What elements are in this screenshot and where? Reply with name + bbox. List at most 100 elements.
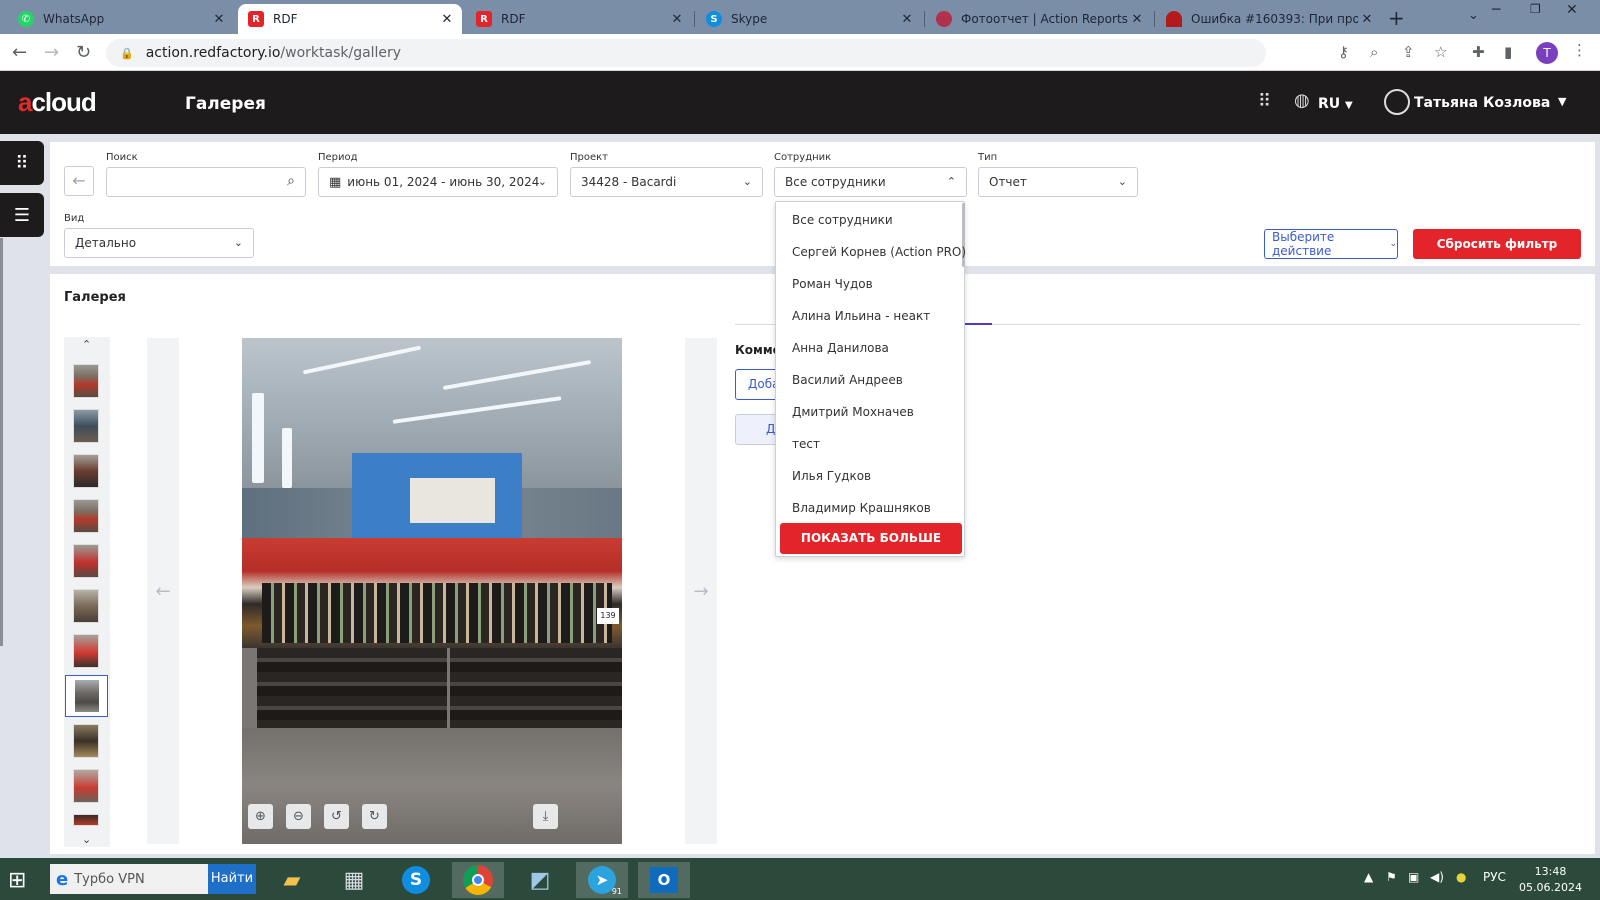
browser-tab-whatsapp[interactable]: ✆ WhatsApp ✕ <box>8 4 234 34</box>
thumbnail[interactable] <box>73 769 99 803</box>
thumbs-up-icon[interactable]: ⌃ <box>82 338 91 351</box>
employee-option[interactable]: Алина Ильина - неакт <box>792 309 930 323</box>
close-tab-icon[interactable]: ✕ <box>668 12 686 27</box>
close-window-icon[interactable]: ✕ <box>1566 2 1578 18</box>
taskbar-clock[interactable]: 13:48 05.06.2024 <box>1519 864 1582 896</box>
show-more-button[interactable]: ПОКАЗАТЬ БОЛЬШЕ <box>780 523 962 554</box>
bookmark-star-icon[interactable]: ☆ <box>1434 43 1447 61</box>
browser-tab-rdf[interactable]: R RDF ✕ <box>466 4 692 34</box>
thumbnail[interactable] <box>73 499 99 533</box>
forward-icon[interactable]: → <box>44 42 59 63</box>
rotate-left-icon[interactable]: ↺ <box>324 804 349 829</box>
period-field[interactable]: ▦ июнь 01, 2024 - июнь 30, 2024 ⌄ <box>318 167 558 197</box>
employee-option[interactable]: тест <box>792 437 820 451</box>
notes-app-icon[interactable]: ◩ <box>514 862 566 898</box>
action-select[interactable]: Выберите действие ⌄ <box>1264 229 1398 259</box>
minimize-icon[interactable]: ─ <box>1492 2 1500 18</box>
close-tab-icon[interactable]: ✕ <box>1358 12 1376 27</box>
tab-search-chevron-icon[interactable]: ⌄ <box>1468 8 1479 23</box>
key-icon[interactable]: ⚷ <box>1338 43 1349 61</box>
tray-expand-icon[interactable]: ▲ <box>1364 870 1373 884</box>
employee-option[interactable]: Василий Андреев <box>792 373 903 387</box>
download-icon[interactable]: ⤓ <box>533 804 558 829</box>
back-icon[interactable]: ← <box>12 42 27 63</box>
language-selector[interactable]: RU ▼ <box>1318 96 1353 112</box>
thumbnail[interactable] <box>73 634 99 668</box>
thumbnail[interactable] <box>73 544 99 578</box>
taskbar-find-button[interactable]: Найти <box>208 864 256 894</box>
gallery-photo[interactable]: 139 ⊕ ⊖ ↺ ↻ ⤓ <box>242 338 622 844</box>
rotate-right-icon[interactable]: ↻ <box>362 804 387 829</box>
employee-option[interactable]: Дмитрий Мохначев <box>792 405 914 419</box>
thumbnail[interactable] <box>73 364 99 398</box>
type-select[interactable]: Отчет ⌄ <box>978 167 1138 197</box>
taskbar-search-input[interactable]: e Турбо VPN <box>50 864 210 894</box>
search-input[interactable]: ⌕ <box>106 167 306 197</box>
reset-filter-button[interactable]: Сбросить фильтр <box>1413 229 1581 259</box>
apps-grid-icon[interactable]: ⠿ <box>1258 91 1271 112</box>
employee-select[interactable]: Все сотрудники ⌃ <box>774 167 967 197</box>
project-select[interactable]: 34428 - Bacardi ⌄ <box>570 167 763 197</box>
view-select[interactable]: Детально ⌄ <box>64 228 254 258</box>
period-label: Период <box>318 152 358 163</box>
browser-tab-rdf-active[interactable]: R RDF ✕ <box>238 4 462 34</box>
zoom-out-icon[interactable]: ⊖ <box>286 804 311 829</box>
file-explorer-icon[interactable]: ▰ <box>266 862 318 898</box>
browser-tab-skype[interactable]: S Skype ✕ <box>696 4 922 34</box>
prev-photo-button[interactable]: ← <box>147 338 179 844</box>
hamburger-menu-button[interactable]: ☰ <box>0 193 44 237</box>
type-value: Отчет <box>989 175 1027 189</box>
chrome-taskbar-icon[interactable] <box>452 862 504 898</box>
address-bar[interactable]: 🔒 action.redfactory.io/worktask/gallery <box>106 39 1266 67</box>
close-tab-icon[interactable]: ✕ <box>898 12 916 27</box>
thumbnail[interactable] <box>73 724 99 758</box>
user-avatar-icon[interactable] <box>1384 89 1410 115</box>
employee-option[interactable]: Илья Гудков <box>792 469 871 483</box>
calculator-icon[interactable]: ▦ <box>328 862 380 898</box>
vpn-tray-icon[interactable]: ● <box>1456 870 1466 884</box>
employee-option[interactable]: Анна Данилова <box>792 341 889 355</box>
zoom-icon[interactable]: ⌕ <box>1370 43 1378 61</box>
side-panel-icon[interactable]: ▮ <box>1504 43 1512 61</box>
next-photo-button[interactable]: → <box>685 338 717 844</box>
share-icon[interactable]: ⇪ <box>1402 43 1415 61</box>
user-name[interactable]: Татьяна Козлова <box>1414 95 1550 111</box>
search-icon[interactable]: ⌕ <box>287 173 295 189</box>
browser-tab-action-reports[interactable]: Фотоотчет | Action Reports ✕ <box>926 4 1152 34</box>
restore-icon[interactable]: ❐ <box>1530 2 1541 16</box>
profile-avatar[interactable]: T <box>1536 42 1558 64</box>
apps-menu-button[interactable]: ⠿ <box>0 141 44 185</box>
browser-tab-redmine[interactable]: Ошибка #160393: При проста ✕ <box>1156 4 1382 34</box>
thumbnail[interactable] <box>73 589 99 623</box>
employee-option[interactable]: Роман Чудов <box>792 277 873 291</box>
flag-icon[interactable]: ⚑ <box>1386 870 1397 884</box>
employee-option[interactable]: Владимир Крашняков <box>792 501 931 515</box>
network-icon[interactable]: ▣ <box>1408 870 1419 884</box>
outlook-taskbar-icon[interactable]: O <box>638 862 690 898</box>
telegram-taskbar-icon[interactable]: ➤ 91 <box>576 862 628 898</box>
thumbs-down-icon[interactable]: ⌄ <box>82 833 91 846</box>
thumbnail[interactable] <box>73 454 99 488</box>
windows-start-icon[interactable]: ⊞ <box>8 868 26 893</box>
thumbnail[interactable] <box>73 814 99 826</box>
acloud-logo[interactable]: acloud <box>18 87 97 118</box>
extensions-puzzle-icon[interactable]: ✚ <box>1472 43 1485 61</box>
globe-icon[interactable]: ◍ <box>1294 90 1310 111</box>
reload-icon[interactable]: ↻ <box>76 42 91 63</box>
employee-option[interactable]: Все сотрудники <box>792 213 893 227</box>
volume-icon[interactable]: ◀) <box>1430 870 1444 884</box>
thumbnail[interactable] <box>73 409 99 443</box>
new-tab-icon[interactable]: + <box>1388 6 1405 30</box>
skype-taskbar-icon[interactable]: S <box>390 862 442 898</box>
close-tab-icon[interactable]: ✕ <box>1128 12 1146 27</box>
user-menu-chevron-icon[interactable]: ▼ <box>1558 95 1566 108</box>
zoom-in-icon[interactable]: ⊕ <box>248 804 273 829</box>
back-button[interactable]: ← <box>64 166 94 196</box>
browser-menu-icon[interactable]: ⋮ <box>1572 41 1587 59</box>
close-tab-icon[interactable]: ✕ <box>438 12 456 27</box>
employee-option[interactable]: Сергей Корнев (Action PRO) <box>792 245 966 259</box>
close-tab-icon[interactable]: ✕ <box>210 12 228 27</box>
thumbnail-selected[interactable] <box>65 675 108 717</box>
url-path: /worktask/gallery <box>280 45 402 61</box>
keyboard-language[interactable]: РУС <box>1483 870 1506 884</box>
